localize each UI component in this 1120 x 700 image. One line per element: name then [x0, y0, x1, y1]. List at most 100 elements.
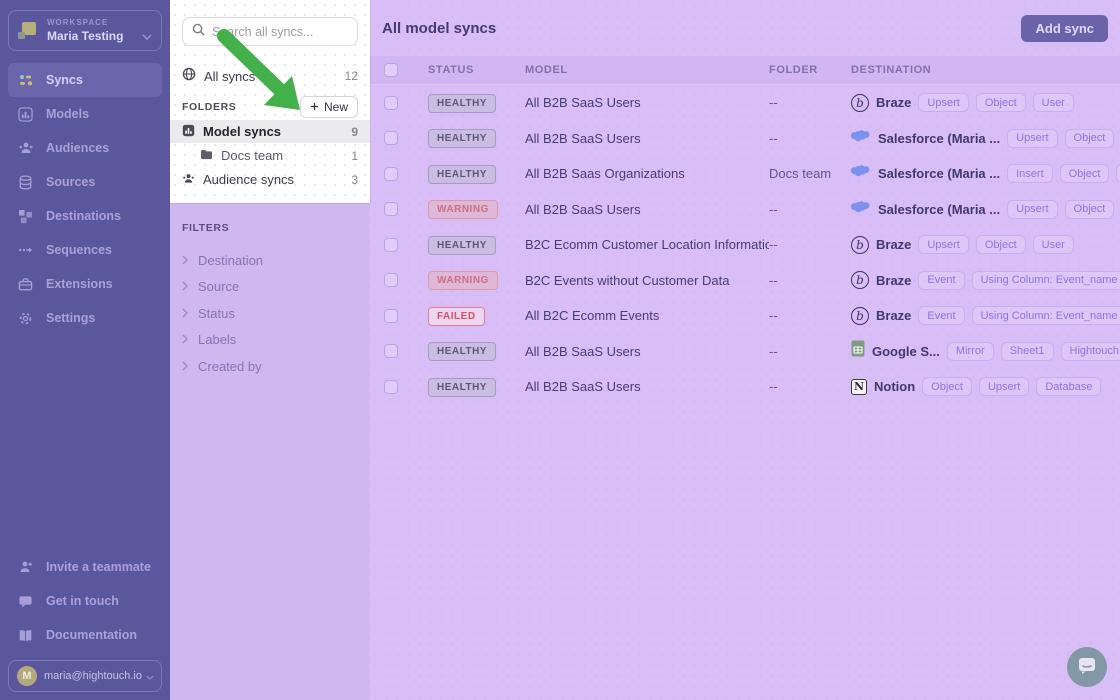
row-checkbox[interactable] [384, 202, 398, 216]
config-pill: Object [1065, 129, 1115, 148]
row-checkbox[interactable] [384, 344, 398, 358]
config-pill: Upsert [1007, 129, 1057, 148]
chevron-right-icon [182, 332, 188, 347]
sidebar-item-audiences[interactable]: Audiences [8, 131, 162, 165]
table-row[interactable]: HEALTHY All B2B SaaS Users -- Google S..… [370, 334, 1120, 370]
folder-value: -- [769, 237, 851, 252]
search-box[interactable] [182, 17, 358, 46]
config-pill: Upsert [979, 377, 1029, 396]
folders-section-label: FOLDERS [182, 101, 236, 113]
salesforce-icon [851, 164, 871, 183]
table-row[interactable]: HEALTHY B2C Ecomm Customer Location Info… [370, 227, 1120, 263]
sidebar-item-syncs[interactable]: Syncs [8, 63, 162, 97]
folder-item-label: Docs team [221, 148, 283, 163]
sidebar-item-sequences[interactable]: Sequences [8, 233, 162, 267]
model-name: B2C Events without Customer Data [525, 273, 769, 288]
row-checkbox[interactable] [384, 309, 398, 323]
filter-destination[interactable]: Destination [182, 248, 358, 273]
folder-value: -- [769, 202, 851, 217]
select-all-checkbox[interactable] [384, 63, 398, 77]
folder-item-audience-syncs[interactable]: Audience syncs 3 [170, 168, 370, 191]
table-row[interactable]: HEALTHY All B2B SaaS Users -- b Braze Up… [370, 85, 1120, 121]
sidebar-item-settings[interactable]: Settings [8, 301, 162, 335]
sidebar-item-extensions[interactable]: Extensions [8, 267, 162, 301]
all-syncs-label: All syncs [204, 69, 255, 84]
folder-icon [200, 148, 213, 163]
row-checkbox[interactable] [384, 273, 398, 287]
salesforce-icon [851, 200, 871, 219]
sidebar-item-label: Settings [46, 311, 95, 325]
search-input[interactable] [212, 25, 348, 39]
filter-status[interactable]: Status [182, 301, 358, 326]
chat-bubble-icon [1077, 655, 1097, 680]
table-row[interactable]: HEALTHY All B2B SaaS Users -- N Notion O… [370, 369, 1120, 405]
sidebar-item-label: Extensions [46, 277, 113, 291]
braze-icon: b [851, 307, 869, 325]
braze-icon: b [851, 236, 869, 254]
syncs-icon [17, 72, 34, 89]
braze-icon: b [851, 271, 869, 289]
destination-cell: Salesforce (Maria ... Insert Object Acco… [851, 164, 1120, 183]
destination-cell: N Notion Object Upsert Database [851, 377, 1120, 396]
destination-name: Braze [876, 308, 911, 323]
models-icon [17, 106, 34, 123]
filter-label: Labels [198, 332, 236, 347]
invite-teammate-button[interactable]: Invite a teammate [8, 550, 162, 584]
config-pill: Event [918, 271, 964, 290]
salesforce-icon [851, 129, 871, 148]
all-syncs-item[interactable]: All syncs 12 [182, 63, 358, 89]
audience-syncs-icon [182, 172, 195, 188]
account-menu[interactable]: M maria@hightouch.io [8, 660, 162, 692]
sidebar-item-label: Syncs [46, 73, 83, 87]
folder-value: -- [769, 95, 851, 110]
table-row[interactable]: WARNING B2C Events without Customer Data… [370, 263, 1120, 299]
status-badge: HEALTHY [428, 129, 496, 148]
config-pill: Upsert [918, 93, 968, 112]
filter-labels[interactable]: Labels [182, 328, 358, 353]
filter-created-by[interactable]: Created by [182, 354, 358, 379]
plus-icon [310, 100, 319, 114]
row-checkbox[interactable] [384, 238, 398, 252]
page-title: All model syncs [382, 20, 496, 37]
sidebar-item-destinations[interactable]: Destinations [8, 199, 162, 233]
sidebar-footer: Invite a teammate Get in touch Documenta… [0, 550, 170, 700]
get-in-touch-button[interactable]: Get in touch [8, 584, 162, 618]
header-folder: FOLDER [769, 64, 851, 76]
folder-item-label: Model syncs [203, 124, 281, 139]
table-row[interactable]: WARNING All B2B SaaS Users -- Salesforce… [370, 192, 1120, 228]
row-checkbox[interactable] [384, 167, 398, 181]
model-name: All B2B SaaS Users [525, 202, 769, 217]
sidebar-item-sources[interactable]: Sources [8, 165, 162, 199]
chat-launcher-button[interactable] [1067, 647, 1107, 687]
folder-item-label: Audience syncs [203, 172, 294, 187]
row-checkbox[interactable] [384, 96, 398, 110]
folder-item-model-syncs[interactable]: Model syncs 9 [170, 120, 370, 143]
table-row[interactable]: HEALTHY All B2B SaaS Users -- Salesforce… [370, 121, 1120, 157]
sidebar-nav: Syncs Models Audiences Sources Destinati… [0, 63, 170, 335]
destination-name: Braze [876, 273, 911, 288]
model-name: All B2C Ecomm Events [525, 308, 769, 323]
sidebar-item-label: Models [46, 107, 89, 121]
sidebar-item-models[interactable]: Models [8, 97, 162, 131]
folder-item-docs-team[interactable]: Docs team 1 [170, 144, 370, 167]
search-icon [192, 23, 205, 41]
add-sync-button[interactable]: Add sync [1021, 15, 1108, 42]
sidebar-item-label: Destinations [46, 209, 121, 223]
destination-cell: b Braze Upsert Object User [851, 235, 1120, 254]
sidebar: WORKSPACE Maria Testing Syncs Models Aud… [0, 0, 170, 700]
filter-source[interactable]: Source [182, 275, 358, 300]
config-pill: Upsert [918, 235, 968, 254]
table-header: STATUS MODEL FOLDER DESTINATION [370, 56, 1120, 85]
braze-icon: b [851, 94, 869, 112]
row-checkbox[interactable] [384, 131, 398, 145]
sidebar-item-label: Sources [46, 175, 95, 189]
row-checkbox[interactable] [384, 380, 398, 394]
chevron-right-icon [182, 306, 188, 321]
documentation-link[interactable]: Documentation [8, 618, 162, 652]
table-row[interactable]: HEALTHY All B2B Saas Organizations Docs … [370, 156, 1120, 192]
new-folder-button[interactable]: New [300, 96, 358, 118]
workspace-switcher[interactable]: WORKSPACE Maria Testing [8, 10, 162, 51]
destination-cell: Google S... Mirror Sheet1 Hightouch Test… [851, 340, 1120, 362]
table-row[interactable]: FAILED All B2C Ecomm Events -- b Braze E… [370, 298, 1120, 334]
footer-item-label: Invite a teammate [46, 560, 151, 574]
